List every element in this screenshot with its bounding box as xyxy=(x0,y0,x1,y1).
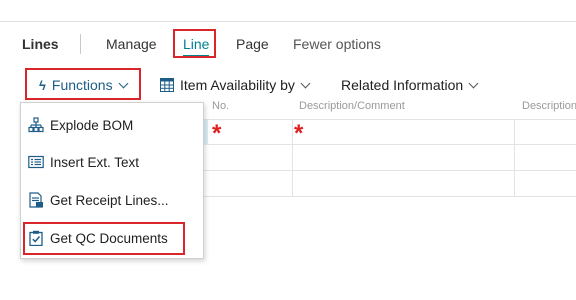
item-availability-label: Item Availability by xyxy=(180,77,295,93)
row-selected-cell xyxy=(204,120,208,145)
top-divider xyxy=(0,21,576,22)
column-header-no[interactable]: No. xyxy=(212,100,292,119)
menu-item-label: Get Receipt Lines... xyxy=(50,192,169,208)
required-marker: * xyxy=(212,120,222,147)
column-header-description-comment[interactable]: Description/Comment xyxy=(299,100,519,119)
item-availability-button[interactable]: Item Availability by xyxy=(160,77,311,93)
calendar-grid-icon xyxy=(160,78,174,92)
tab-separator xyxy=(80,34,81,54)
column-divider xyxy=(514,119,515,197)
insert-text-icon xyxy=(28,155,44,169)
table-row[interactable] xyxy=(204,171,576,197)
menu-item-label: Explode BOM xyxy=(50,117,134,133)
column-divider xyxy=(292,119,293,197)
chevron-down-icon xyxy=(300,78,311,88)
lines-table: No. Description/Comment Description * * xyxy=(204,100,576,200)
fewer-options-button[interactable]: Fewer options xyxy=(293,36,381,52)
tab-manage[interactable]: Manage xyxy=(106,36,157,52)
menu-item-explode-bom[interactable]: Explode BOM xyxy=(28,112,133,138)
tab-page[interactable]: Page xyxy=(236,36,269,52)
table-row[interactable]: * * xyxy=(204,119,576,147)
highlight-box-get-qc-documents xyxy=(23,222,185,255)
column-header-description[interactable]: Description xyxy=(522,100,576,119)
action-tabs: Lines Manage Line Page Fewer options xyxy=(0,30,576,58)
chevron-down-icon xyxy=(468,78,479,88)
highlight-box-functions xyxy=(25,68,141,100)
receipt-lines-icon xyxy=(29,192,43,208)
menu-item-get-receipt-lines[interactable]: Get Receipt Lines... xyxy=(28,187,169,213)
lines-group-label: Lines xyxy=(22,36,59,52)
table-row[interactable] xyxy=(204,145,576,171)
required-marker: * xyxy=(294,120,304,147)
related-information-button[interactable]: Related Information xyxy=(341,77,479,93)
related-information-label: Related Information xyxy=(341,77,464,93)
menu-item-insert-ext-text[interactable]: Insert Ext. Text xyxy=(28,149,139,175)
explode-bom-icon xyxy=(28,117,44,133)
highlight-box-line-tab xyxy=(173,29,216,58)
menu-item-label: Insert Ext. Text xyxy=(50,154,140,170)
